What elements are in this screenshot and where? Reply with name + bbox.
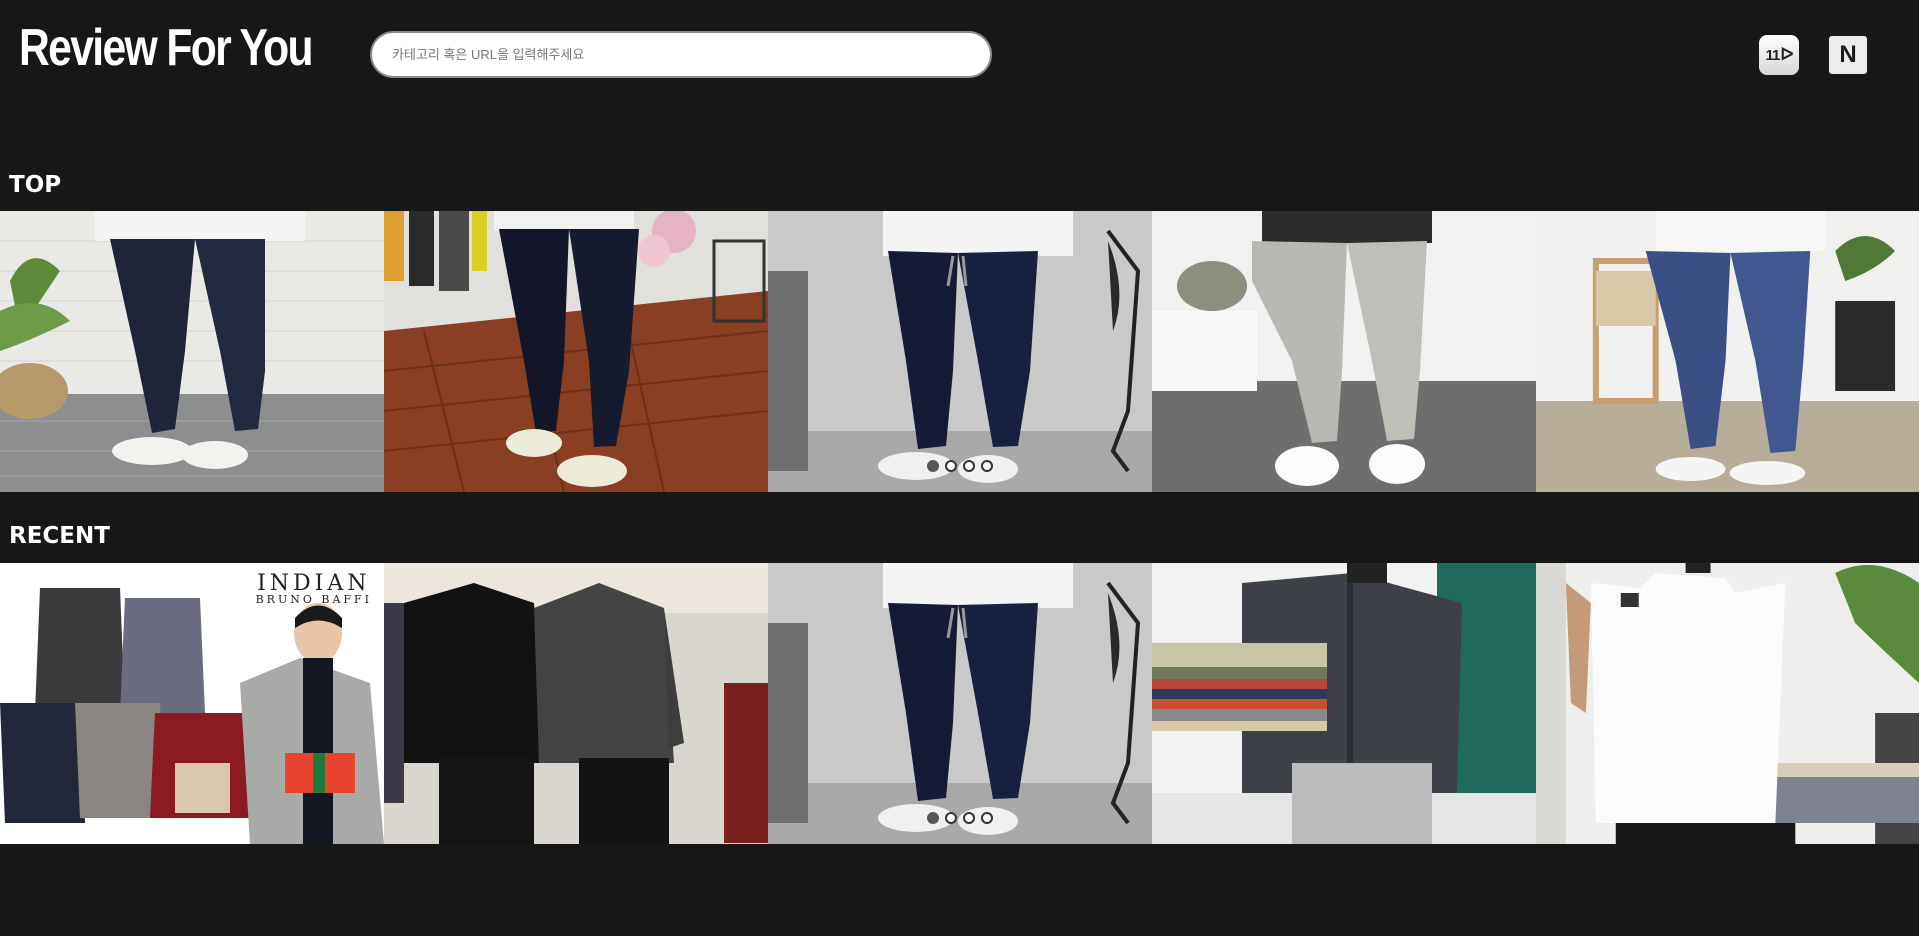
product-card[interactable] [1152,211,1536,492]
product-image [768,563,1152,844]
carousel-dot[interactable] [927,460,939,472]
search-bar[interactable] [370,31,992,78]
product-card[interactable] [384,211,768,492]
product-image [1152,211,1536,492]
product-image [1536,211,1919,492]
brand-watermark: INDIAN BRUNO BAFFI [256,571,372,606]
brand-line-2: BRUNO BAFFI [255,593,372,606]
product-image [768,211,1152,492]
product-card[interactable] [768,211,1152,492]
product-card[interactable] [1536,563,1919,844]
11st-arrow-glyph: ᐅ [1780,45,1793,64]
11st-logo-icon[interactable]: 11 ᐅ [1759,35,1799,75]
product-card[interactable]: INDIAN BRUNO BAFFI [0,563,384,844]
section-title-recent: RECENT [9,523,110,549]
naver-logo-icon[interactable]: N [1829,36,1867,74]
product-image [1152,563,1536,844]
carousel-dot[interactable] [963,812,975,824]
carousel-dots [927,812,993,824]
product-card[interactable] [1152,563,1536,844]
section-title-top: TOP [9,172,62,198]
recent-row: INDIAN BRUNO BAFFI [0,563,1919,844]
11st-label: 11 [1765,46,1781,64]
product-image [0,211,384,492]
carousel-dot[interactable] [963,460,975,472]
naver-label: N [1839,41,1857,68]
carousel-dots [927,460,993,472]
search-input[interactable] [372,33,990,76]
carousel-dot[interactable] [981,460,993,472]
site-logo[interactable]: Review For You [19,18,314,78]
header: Review For You 11ᐅ N [0,0,1919,110]
top-row [0,211,1919,492]
product-image [384,563,768,844]
carousel-dot[interactable] [981,812,993,824]
product-card[interactable] [768,563,1152,844]
product-card[interactable] [1536,211,1919,492]
product-card[interactable] [0,211,384,492]
carousel-dot[interactable] [927,812,939,824]
product-card[interactable] [384,563,768,844]
product-image [1536,563,1919,844]
carousel-dot[interactable] [945,460,957,472]
product-image [384,211,768,492]
carousel-dot[interactable] [945,812,957,824]
